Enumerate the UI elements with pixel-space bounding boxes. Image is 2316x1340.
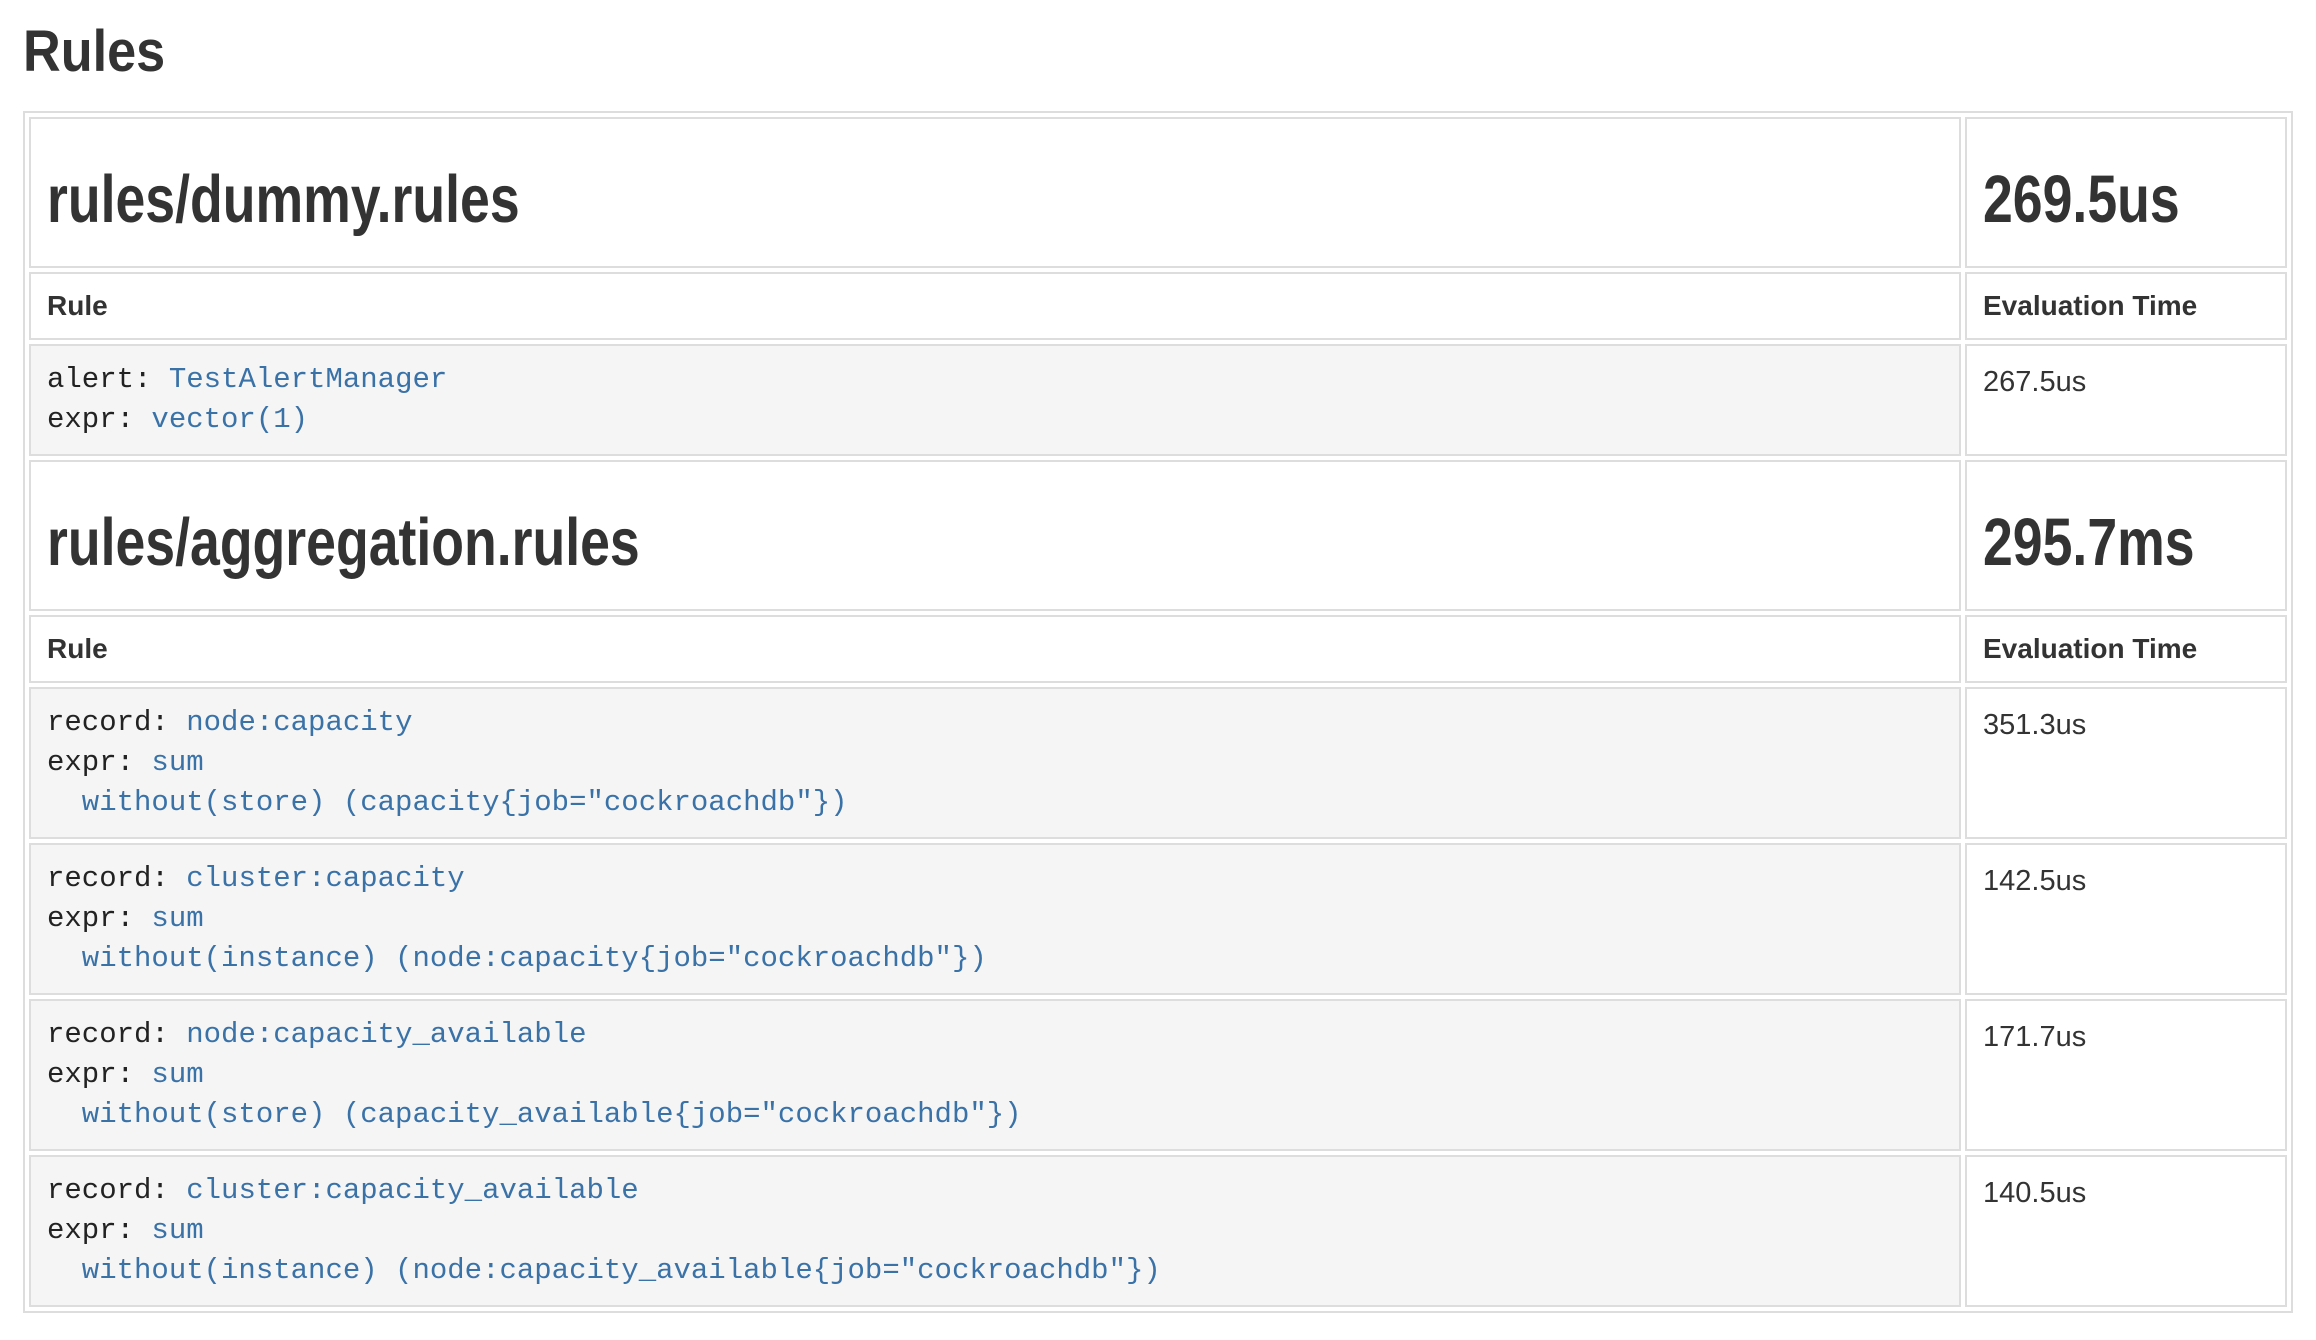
rule-code: record: node:capacity_available expr: sum… — [47, 1015, 1943, 1135]
rule-name-link[interactable]: TestAlertManager — [169, 363, 447, 396]
expr-key: expr: — [47, 1214, 151, 1247]
rule-row: record: node:capacity expr: sum without(s… — [29, 687, 2287, 839]
eval-time-column-header: Evaluation Time — [1965, 615, 2287, 683]
rules-table: rules/dummy.rules 269.5us Rule Evaluatio… — [23, 111, 2293, 1313]
group-file-cell: rules/aggregation.rules — [29, 460, 1961, 611]
rule-row: record: cluster:capacity_availableexpr: … — [29, 1155, 2287, 1307]
expr-key: expr: — [47, 902, 151, 935]
group-eval-time: 295.7ms — [1983, 504, 2212, 581]
group-eval-cell: 269.5us — [1965, 117, 2287, 268]
group-eval-time: 269.5us — [1983, 161, 2212, 238]
group-file-title: rules/dummy.rules — [47, 161, 1564, 238]
eval-time-value: 171.7us — [1965, 999, 2287, 1151]
expr-link[interactable]: vector(1) — [151, 403, 308, 436]
eval-time-value: 140.5us — [1965, 1155, 2287, 1307]
rule-row: alert: TestAlertManager expr: vector(1) 2… — [29, 344, 2287, 456]
rule-cell: record: cluster:capacity_availableexpr: … — [29, 1155, 1961, 1307]
expr-key: expr: — [47, 746, 151, 779]
expr-link[interactable]: sum without(instance) (node:capacity_ava… — [47, 1214, 1161, 1287]
group-eval-cell: 295.7ms — [1965, 460, 2287, 611]
expr-key: expr: — [47, 403, 151, 436]
group-header-row: rules/aggregation.rules 295.7ms — [29, 460, 2287, 611]
rule-key: record: — [47, 706, 186, 739]
eval-time-value: 142.5us — [1965, 843, 2287, 995]
rule-code: alert: TestAlertManager expr: vector(1) — [47, 360, 1943, 440]
rule-column-header: Rule — [29, 615, 1961, 683]
rule-name-link[interactable]: node:capacity — [186, 706, 412, 739]
rule-row: record: cluster:capacity expr: sum withou… — [29, 843, 2287, 995]
rule-name-link[interactable]: cluster:capacity — [186, 862, 464, 895]
eval-time-value: 351.3us — [1965, 687, 2287, 839]
column-header-row: Rule Evaluation Time — [29, 272, 2287, 340]
rule-key: alert: — [47, 363, 169, 396]
rule-key: record: — [47, 1018, 186, 1051]
rule-code: record: node:capacity expr: sum without(s… — [47, 703, 1943, 823]
rule-cell: record: node:capacity expr: sum without(s… — [29, 687, 1961, 839]
group-file-title: rules/aggregation.rules — [47, 504, 1564, 581]
rule-key: record: — [47, 1174, 186, 1207]
eval-time-column-header: Evaluation Time — [1965, 272, 2287, 340]
rule-cell: record: cluster:capacity expr: sum withou… — [29, 843, 1961, 995]
rule-name-link[interactable]: cluster:capacity_available — [186, 1174, 638, 1207]
rule-name-link[interactable]: node:capacity_available — [186, 1018, 586, 1051]
page-title: Rules — [23, 18, 2066, 85]
expr-key: expr: — [47, 1058, 151, 1091]
eval-time-value: 267.5us — [1965, 344, 2287, 456]
rule-key: record: — [47, 862, 186, 895]
rule-row: record: node:capacity_available expr: sum… — [29, 999, 2287, 1151]
column-header-row: Rule Evaluation Time — [29, 615, 2287, 683]
rule-code: record: cluster:capacity_availableexpr: … — [47, 1171, 1943, 1291]
rule-column-header: Rule — [29, 272, 1961, 340]
group-file-cell: rules/dummy.rules — [29, 117, 1961, 268]
rules-page: Rules rules/dummy.rules 269.5us Rule Eva… — [0, 18, 2316, 1313]
rule-cell: record: node:capacity_available expr: sum… — [29, 999, 1961, 1151]
expr-link[interactable]: sum without(store) (capacity{job="cockro… — [47, 746, 848, 819]
rule-code: record: cluster:capacity expr: sum withou… — [47, 859, 1943, 979]
expr-link[interactable]: sum without(store) (capacity_available{j… — [47, 1058, 1022, 1131]
expr-link[interactable]: sum without(instance) (node:capacity{job… — [47, 902, 987, 975]
group-header-row: rules/dummy.rules 269.5us — [29, 117, 2287, 268]
rule-cell: alert: TestAlertManager expr: vector(1) — [29, 344, 1961, 456]
